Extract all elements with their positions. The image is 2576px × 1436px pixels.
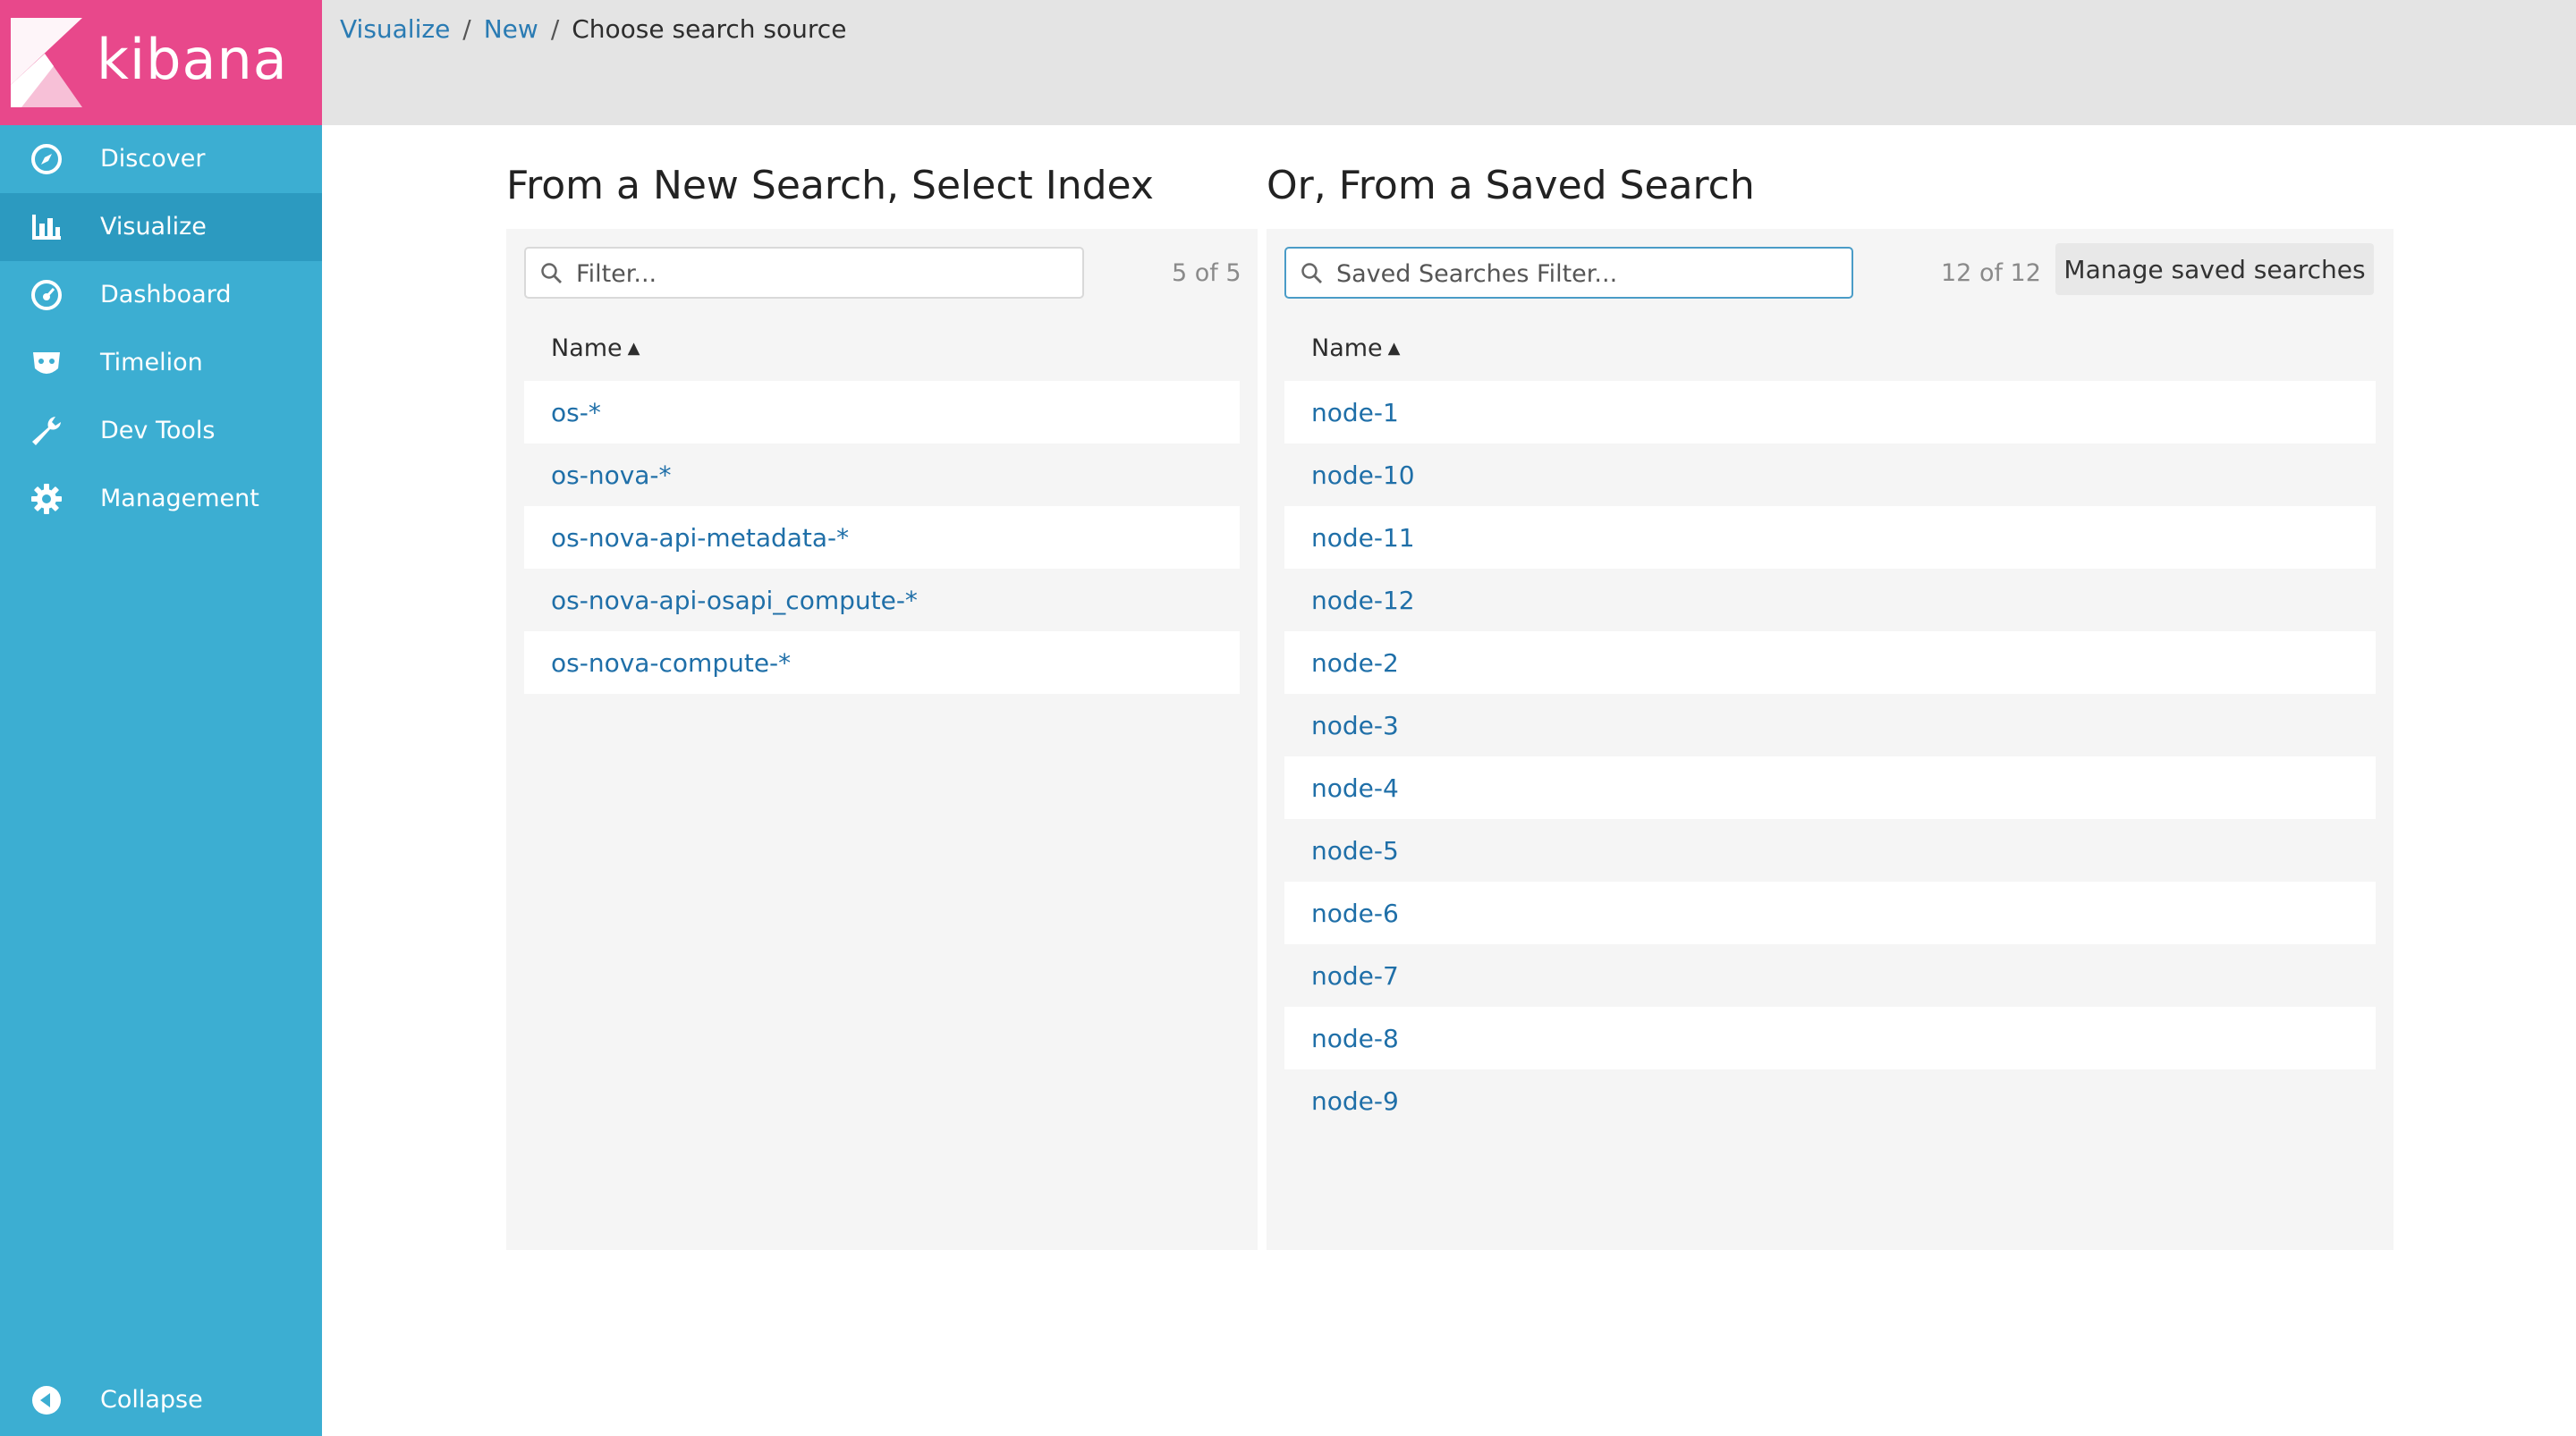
gear-icon: [31, 484, 62, 514]
new-search-title: From a New Search, Select Index: [506, 163, 1154, 208]
list-item[interactable]: node-8: [1284, 1007, 2376, 1069]
breadcrumb-new[interactable]: New: [484, 14, 538, 44]
list-item[interactable]: node-3: [1284, 694, 2376, 756]
saved-search-title: Or, From a Saved Search: [1267, 163, 1755, 208]
kibana-logo-icon: [11, 18, 82, 107]
name-column-header[interactable]: Name ▲: [551, 334, 640, 362]
list-item[interactable]: node-10: [1284, 443, 2376, 506]
list-item-link[interactable]: node-9: [1284, 1086, 1399, 1116]
list-item-link[interactable]: node-11: [1284, 523, 1415, 553]
list-item-link[interactable]: node-6: [1284, 899, 1399, 928]
saved-search-filter-box: [1284, 247, 1853, 299]
sort-ascending-icon: ▲: [627, 339, 640, 358]
list-item[interactable]: node-5: [1284, 819, 2376, 882]
list-item[interactable]: node-12: [1284, 569, 2376, 631]
collapse-icon: [32, 1386, 61, 1415]
breadcrumb-current: Choose search source: [572, 14, 847, 44]
list-item[interactable]: node-7: [1284, 944, 2376, 1007]
list-item-link[interactable]: node-5: [1284, 836, 1399, 866]
breadcrumb-visualize[interactable]: Visualize: [340, 14, 450, 44]
top-nav-bar: Visualize / New / Choose search source: [322, 0, 2576, 125]
sidebar-item-label: Dev Tools: [100, 417, 216, 444]
search-icon: [1301, 263, 1322, 283]
sidebar: kibana Discover Visualize Dashboard Time…: [0, 0, 322, 1436]
list-item[interactable]: os-nova-compute-*: [524, 631, 1240, 694]
saved-search-count: 12 of 12: [1941, 259, 2041, 287]
list-item[interactable]: node-1: [1284, 381, 2376, 443]
list-item-link[interactable]: node-2: [1284, 648, 1399, 678]
sort-ascending-icon: ▲: [1387, 339, 1401, 358]
list-item[interactable]: node-9: [1284, 1069, 2376, 1132]
app-name: kibana: [97, 27, 288, 92]
list-item-link[interactable]: node-12: [1284, 586, 1415, 615]
bar-chart-icon: [32, 215, 61, 240]
search-icon: [541, 263, 562, 283]
sidebar-item-label: Management: [100, 485, 259, 512]
sidebar-item-visualize[interactable]: Visualize: [0, 193, 322, 261]
dashboard-icon: [31, 280, 62, 310]
list-item-link[interactable]: os-nova-*: [524, 460, 672, 490]
column-header-label: Name: [1311, 334, 1383, 362]
index-filter-box: [524, 247, 1084, 299]
manage-saved-searches-button[interactable]: Manage saved searches: [2055, 243, 2374, 295]
list-item[interactable]: node-4: [1284, 756, 2376, 819]
breadcrumb-separator: /: [462, 14, 471, 44]
sidebar-item-dashboard[interactable]: Dashboard: [0, 261, 322, 329]
name-column-header[interactable]: Name ▲: [1311, 334, 1401, 362]
saved-search-panel: 12 of 12 Manage saved searches Name▲ nod…: [1267, 229, 2394, 1250]
sidebar-item-label: Visualize: [100, 213, 207, 241]
breadcrumb: Visualize / New / Choose search source: [340, 14, 846, 44]
wrench-icon: [32, 417, 61, 445]
index-filter-input[interactable]: [574, 249, 1023, 299]
index-count: 5 of 5: [1172, 259, 1241, 287]
sidebar-item-dev-tools[interactable]: Dev Tools: [0, 397, 322, 465]
list-item-link[interactable]: os-nova-api-osapi_compute-*: [524, 586, 918, 615]
sidebar-item-timelion[interactable]: Timelion: [0, 329, 322, 397]
column-header-label: Name: [551, 334, 623, 362]
list-item[interactable]: node-6: [1284, 882, 2376, 944]
list-item-link[interactable]: os-nova-api-metadata-*: [524, 523, 849, 553]
saved-search-filter-input[interactable]: [1335, 249, 1791, 299]
sidebar-item-discover[interactable]: Discover: [0, 125, 322, 193]
collapse-button[interactable]: Collapse: [0, 1366, 322, 1434]
sidebar-item-label: Discover: [100, 145, 206, 173]
sidebar-item-management[interactable]: Management: [0, 465, 322, 533]
list-item-link[interactable]: node-10: [1284, 460, 1415, 490]
compass-icon: [31, 144, 62, 174]
kibana-logo[interactable]: kibana: [0, 0, 322, 125]
list-item-link[interactable]: node-1: [1284, 398, 1399, 427]
sidebar-item-label: Timelion: [100, 349, 203, 376]
list-item[interactable]: os-nova-*: [524, 443, 1240, 506]
list-item-link[interactable]: node-3: [1284, 711, 1399, 740]
timelion-icon: [33, 352, 60, 374]
list-item-link[interactable]: node-4: [1284, 773, 1399, 803]
list-item-link[interactable]: os-nova-compute-*: [524, 648, 791, 678]
list-item[interactable]: node-11: [1284, 506, 2376, 569]
list-item-link[interactable]: node-8: [1284, 1024, 1399, 1053]
list-item[interactable]: os-nova-api-osapi_compute-*: [524, 569, 1240, 631]
collapse-label: Collapse: [100, 1386, 203, 1414]
sidebar-item-label: Dashboard: [100, 281, 232, 308]
list-item-link[interactable]: os-*: [524, 398, 601, 427]
index-pattern-panel: 5 of 5 Name▲ os-* os-nova-* os-nova-api-…: [506, 229, 1258, 1250]
list-item-link[interactable]: node-7: [1284, 961, 1399, 991]
breadcrumb-separator: /: [550, 14, 560, 44]
list-item[interactable]: node-2: [1284, 631, 2376, 694]
list-item[interactable]: os-nova-api-metadata-*: [524, 506, 1240, 569]
list-item[interactable]: os-*: [524, 381, 1240, 443]
